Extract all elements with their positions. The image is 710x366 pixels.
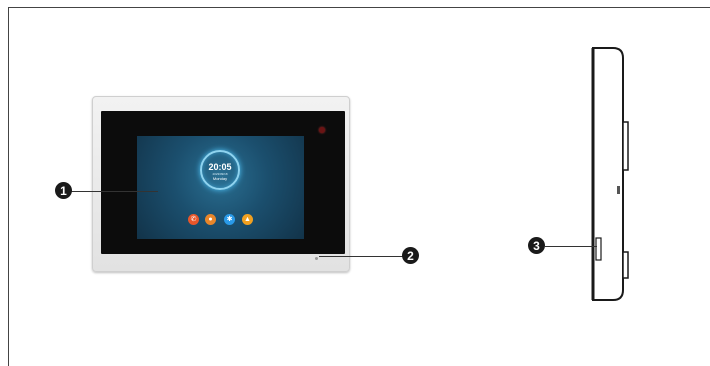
callout-line-1 <box>66 191 158 192</box>
user-icon[interactable]: ✱ <box>224 214 235 225</box>
monitor-front-view: 20:05 2023/09/18 Monday ✆ ● ✱ ▲ <box>92 96 350 272</box>
monitor-screen[interactable]: 20:05 2023/09/18 Monday ✆ ● ✱ ▲ <box>137 136 304 239</box>
clock-widget: 20:05 2023/09/18 Monday <box>200 150 240 190</box>
frame-left-border <box>8 7 9 366</box>
callout-badge-2: 2 <box>402 247 419 264</box>
microphone-dot <box>315 257 318 260</box>
callout-line-2 <box>319 256 403 257</box>
callout-line-3 <box>545 246 597 247</box>
monitor-bezel: 20:05 2023/09/18 Monday ✆ ● ✱ ▲ <box>101 111 345 254</box>
frame-top-border <box>8 7 710 8</box>
clock-day: Monday <box>212 176 228 181</box>
arrow-icon[interactable]: ▲ <box>242 214 253 225</box>
side-profile-drawing <box>591 47 629 301</box>
monitor-side-view <box>589 46 629 302</box>
phone-icon[interactable]: ✆ <box>188 214 199 225</box>
callout-badge-1: 1 <box>55 182 72 199</box>
camera-led <box>319 127 325 133</box>
camera-icon[interactable]: ● <box>205 214 216 225</box>
clock-time: 20:05 <box>208 162 232 172</box>
callout-badge-3: 3 <box>528 237 545 254</box>
